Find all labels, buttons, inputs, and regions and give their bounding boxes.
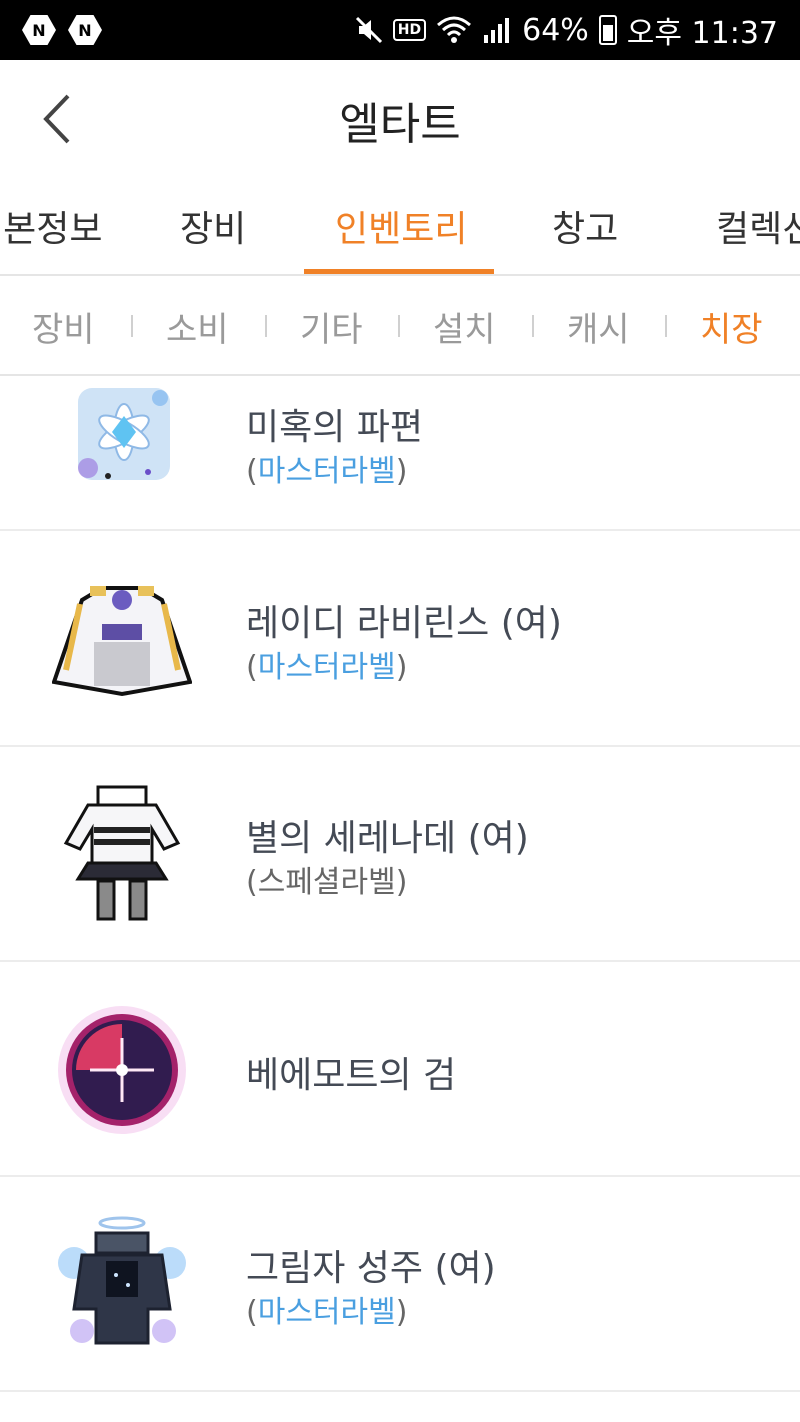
item-list: 미혹의 파편 (마스터라벨) 레이디 라비린스 (여) (마스터라벨) 별의 세… bbox=[0, 378, 800, 1422]
list-item[interactable]: 레이디 라비린스 (여) (마스터라벨) bbox=[0, 532, 800, 747]
item-label-text: 마스터라벨 bbox=[257, 650, 396, 685]
notification-badges: N N bbox=[22, 15, 102, 45]
subtab-setup[interactable]: 설치 bbox=[433, 302, 496, 351]
sub-tab-bar: 장비 소비 기타 설치 캐시 치장 bbox=[0, 278, 800, 376]
app-header: 엘타트 bbox=[0, 60, 800, 176]
n-notification-icon: N bbox=[68, 15, 102, 45]
subtab-etc[interactable]: 기타 bbox=[300, 302, 363, 351]
status-bar: N N HD 64% 오후 11:37 bbox=[0, 0, 800, 60]
subtab-divider bbox=[398, 315, 400, 337]
mute-icon bbox=[355, 16, 382, 44]
white-dress-icon bbox=[52, 586, 192, 697]
item-label-text: 마스터라벨 bbox=[257, 1295, 396, 1330]
item-label: (스페셜라벨) bbox=[246, 865, 408, 900]
signal-icon bbox=[484, 18, 510, 43]
list-item[interactable]: 그림자 성주 (여) (마스터라벨) bbox=[0, 1177, 800, 1392]
tab-inventory[interactable]: 인벤토리 bbox=[335, 200, 467, 252]
dark-orb-icon bbox=[58, 1006, 186, 1134]
subtab-divider bbox=[265, 315, 267, 337]
tab-storage[interactable]: 창고 bbox=[552, 200, 618, 252]
item-name: 레이디 라비린스 (여) bbox=[246, 603, 562, 644]
list-item[interactable]: 미혹의 파편 (마스터라벨) bbox=[0, 378, 800, 531]
item-name: 미혹의 파편 bbox=[246, 407, 424, 448]
tab-basic-info[interactable]: 기본정보 bbox=[0, 200, 102, 252]
item-label-text: 마스터라벨 bbox=[257, 454, 396, 489]
subtab-equipment[interactable]: 장비 bbox=[32, 302, 95, 351]
list-item[interactable]: 베에모트의 검 bbox=[0, 962, 800, 1177]
tab-equipment[interactable]: 장비 bbox=[180, 200, 246, 252]
item-label: (마스터라벨) bbox=[246, 454, 408, 489]
list-item[interactable]: 별의 세레나데 (여) (스페셜라벨) bbox=[0, 747, 800, 962]
item-label-text: 스페셜라벨 bbox=[257, 865, 396, 900]
active-tab-indicator bbox=[304, 269, 494, 274]
subtab-cosmetic[interactable]: 치장 bbox=[700, 302, 763, 351]
snowflake-gem-icon bbox=[78, 388, 170, 480]
subtab-divider bbox=[131, 315, 133, 337]
battery-percent: 64% bbox=[522, 12, 589, 48]
item-name: 베에모트의 검 bbox=[246, 1055, 457, 1096]
item-label: (마스터라벨) bbox=[246, 650, 408, 685]
page-title: 엘타트 bbox=[339, 99, 461, 150]
shadow-armor-icon bbox=[58, 1216, 186, 1345]
subtab-divider bbox=[665, 315, 667, 337]
item-label: (마스터라벨) bbox=[246, 1295, 408, 1330]
outfit-icon bbox=[63, 785, 181, 921]
subtab-divider bbox=[532, 315, 534, 337]
subtab-cash[interactable]: 캐시 bbox=[567, 302, 630, 351]
subtab-consumable[interactable]: 소비 bbox=[166, 302, 229, 351]
item-name: 별의 세레나데 (여) bbox=[246, 818, 529, 859]
hd-icon: HD bbox=[392, 19, 427, 41]
tab-collection[interactable]: 컬렉션 bbox=[716, 200, 800, 252]
item-name: 그림자 성주 (여) bbox=[246, 1248, 496, 1289]
n-notification-icon: N bbox=[22, 15, 56, 45]
status-indicators: HD 64% 오후 11:37 bbox=[355, 8, 778, 52]
clock: 오후 11:37 bbox=[626, 16, 778, 51]
battery-icon bbox=[598, 15, 617, 45]
main-tab-bar: 기본정보 장비 인벤토리 창고 컬렉션 bbox=[0, 176, 800, 276]
wifi-icon bbox=[437, 16, 472, 43]
